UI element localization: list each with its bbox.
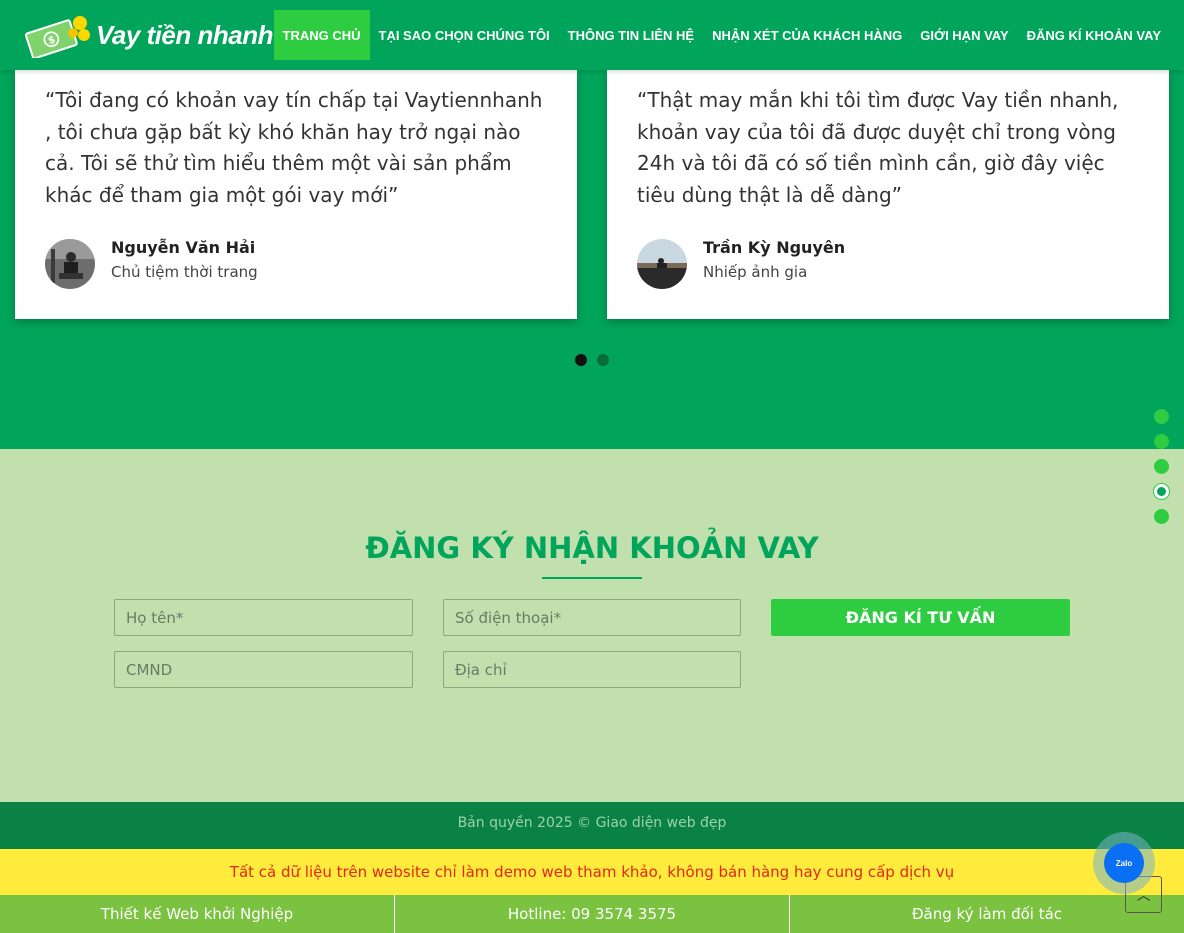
address-field[interactable]	[443, 651, 741, 688]
nav-register-loan[interactable]: ĐĂNG KÍ KHOẢN VAY	[1018, 10, 1170, 60]
nav-why-us[interactable]: TẠI SAO CHỌN CHÚNG TÔI	[370, 10, 559, 60]
nav-contact[interactable]: THÔNG TIN LIÊN HỆ	[559, 10, 703, 60]
testimonial-role: Chủ tiệm thời trang	[111, 263, 258, 281]
bottom-bar: Thiết kế Web khởi Nghiệp Hotline: 09 357…	[0, 895, 1184, 933]
carousel-dots	[575, 354, 609, 366]
demo-notice: Tất cả dữ liệu trên website chỉ làm demo…	[0, 849, 1184, 895]
testimonial-role: Nhiếp ảnh gia	[703, 263, 808, 281]
testimonial-name: Trần Kỳ Nguyên	[703, 238, 846, 257]
title-underline	[542, 577, 642, 579]
register-title: ĐĂNG KÝ NHẬN KHOẢN VAY	[365, 531, 819, 565]
nav-loan-limit[interactable]: GIỚI HẠN VAY	[911, 10, 1017, 60]
name-field[interactable]	[114, 599, 413, 636]
zalo-icon: Zalo	[1104, 843, 1144, 883]
zalo-label: Zalo	[1115, 858, 1133, 868]
testimonial-quote: “Thật may mắn khi tôi tìm được Vay tiền …	[637, 88, 1119, 207]
avatar	[637, 239, 687, 289]
money-icon: $	[22, 12, 94, 60]
section-nav	[1154, 409, 1170, 534]
testimonial-quote: “Tôi đang có khoản vay tín chấp tại Vayt…	[45, 88, 543, 207]
testimonial-name: Nguyễn Văn Hải	[111, 238, 256, 257]
section-nav-dot-4[interactable]	[1154, 484, 1169, 499]
bottom-link-web-design[interactable]: Thiết kế Web khởi Nghiệp	[0, 895, 395, 933]
nav-reviews[interactable]: NHẬN XÉT CỦA KHÁCH HÀNG	[703, 10, 911, 60]
brand-name: Vay tiền nhanh	[96, 19, 273, 50]
testimonial-card: “Tôi đang có khoản vay tín chấp tại Vayt…	[15, 70, 577, 319]
phone-field[interactable]	[443, 599, 741, 636]
zalo-chat-button[interactable]: Zalo	[1093, 832, 1155, 894]
section-nav-dot-1[interactable]	[1154, 409, 1169, 424]
carousel-dot-2[interactable]	[597, 354, 609, 366]
carousel-dot-1[interactable]	[575, 354, 587, 366]
testimonial-section: “Tôi đang có khoản vay tín chấp tại Vayt…	[0, 70, 1184, 449]
main-nav: TRANG CHỦ TẠI SAO CHỌN CHÚNG TÔI THÔNG T…	[273, 10, 1171, 60]
register-consult-button[interactable]: ĐĂNG KÍ TƯ VẤN	[771, 599, 1070, 636]
id-number-field[interactable]	[114, 651, 413, 688]
site-header: $ Vay tiền nhanh TRANG CHỦ TẠI SAO CHỌN …	[0, 0, 1184, 70]
copyright-bar: Bản quyền 2025 © Giao diện web đẹp	[0, 802, 1184, 849]
site-logo[interactable]: $ Vay tiền nhanh	[22, 12, 273, 60]
bottom-link-hotline[interactable]: Hotline: 09 3574 3575	[395, 895, 790, 933]
section-nav-dot-3[interactable]	[1154, 459, 1169, 474]
section-nav-dot-5[interactable]	[1154, 509, 1169, 524]
nav-home[interactable]: TRANG CHỦ	[273, 10, 370, 60]
testimonial-card: “Thật may mắn khi tôi tìm được Vay tiền …	[607, 70, 1169, 319]
section-nav-dot-2[interactable]	[1154, 434, 1169, 449]
avatar	[45, 239, 95, 289]
register-section: ĐĂNG KÝ NHẬN KHOẢN VAY ĐĂNG KÍ TƯ VẤN	[0, 449, 1184, 802]
